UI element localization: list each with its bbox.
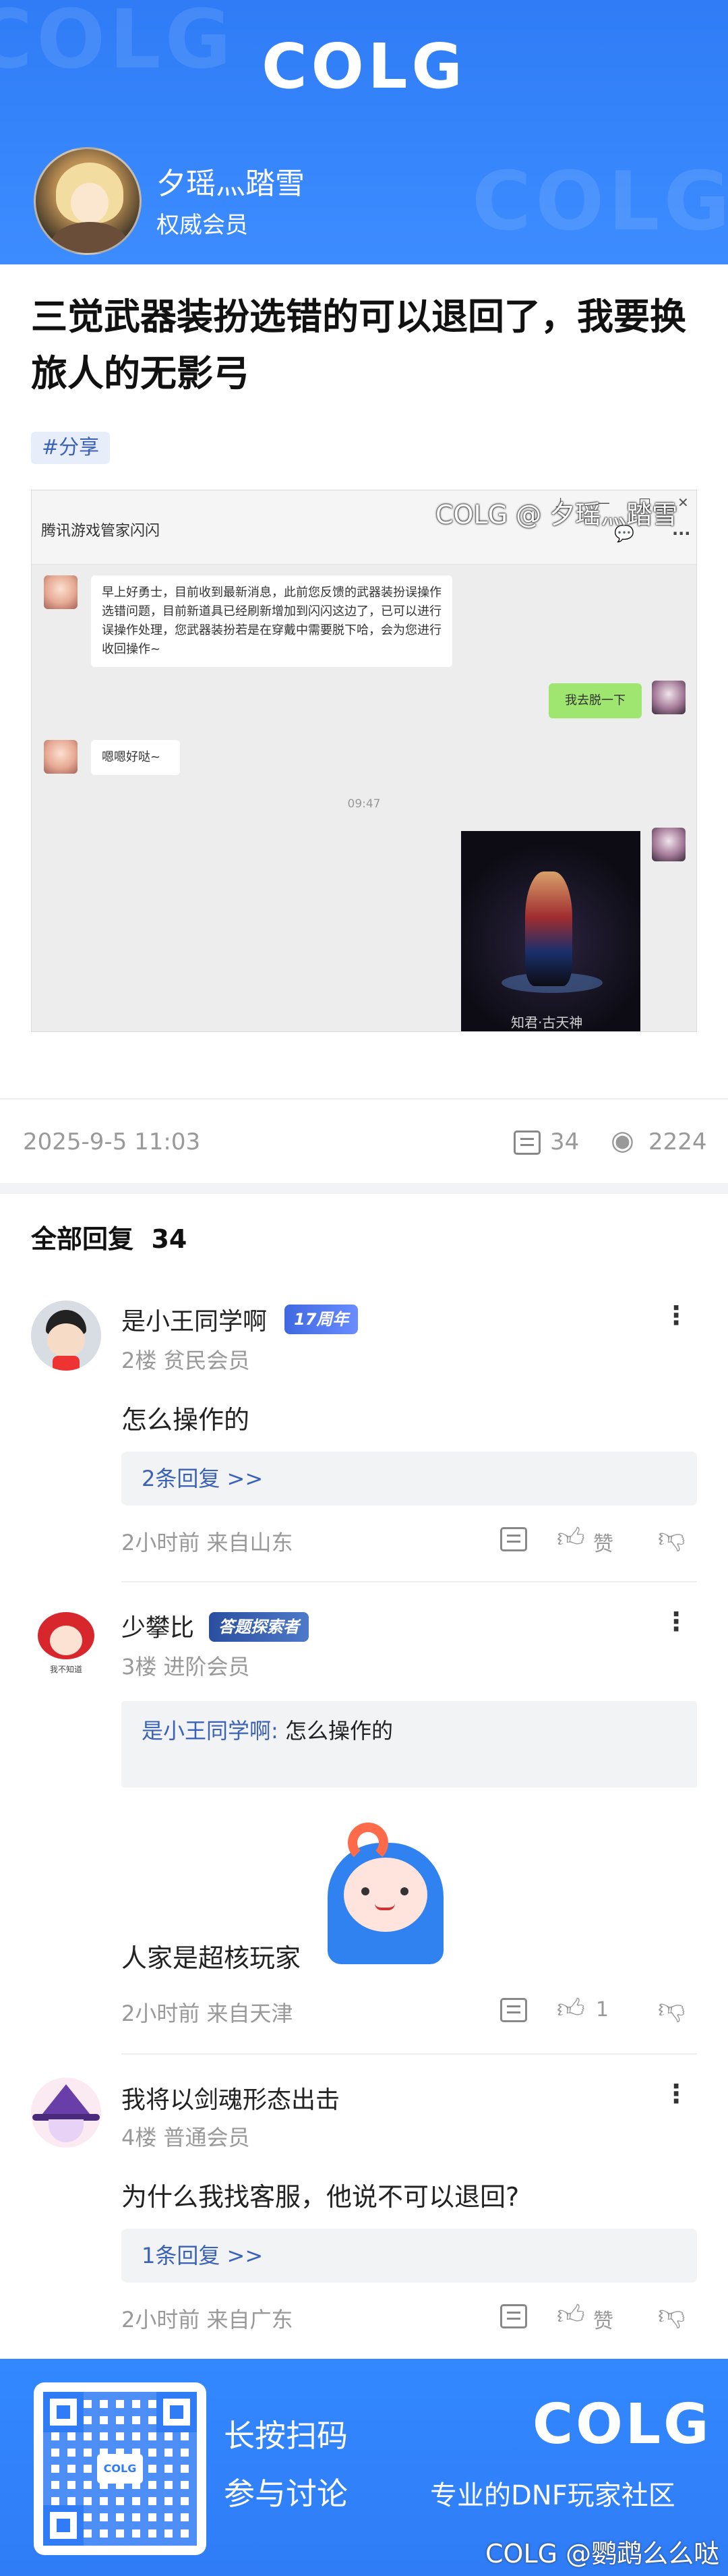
post-tag[interactable]: #分享	[31, 432, 111, 464]
quoted-text: 怎么操作的	[284, 1718, 393, 1744]
header-bg-pattern: COLG	[472, 155, 728, 249]
view-count: 2224	[648, 1128, 707, 1155]
comment-time-location: 2小时前 来自山东	[121, 1530, 293, 1555]
author-rank: 权威会员	[156, 212, 248, 239]
post-title: 三觉武器装扮选错的可以退回了，我要换旅人的无影弓	[31, 295, 686, 395]
comment-time-location: 2小时前 来自广东	[121, 2307, 293, 2332]
post-image-chat-screenshot[interactable]: 腾讯游戏管家闪闪 ⊥ — □ ✕ 💬 ··· 早上好勇士，目前收到最新消息，此前…	[31, 490, 697, 1032]
commenter-avatar[interactable]	[31, 1300, 101, 1371]
view-replies-link[interactable]: 2条回复 >>	[121, 1452, 697, 1506]
comment-text: 为什么我找客服，他说不可以退回?	[121, 2182, 520, 2212]
footer-colg-logo: COLG	[533, 2393, 712, 2457]
view-replies-link[interactable]: 1条回复 >>	[121, 2229, 697, 2283]
more-options-icon[interactable]: ⋮	[663, 1300, 689, 1330]
dislike-icon[interactable]: 👎︎	[658, 1522, 686, 1554]
commenter-name[interactable]: 是小王同学啊	[121, 1302, 267, 1337]
section-separator	[0, 1183, 728, 1194]
more-options-icon[interactable]: ⋮	[663, 2079, 689, 2109]
like-icon[interactable]: 👍︎	[557, 1522, 585, 1554]
anniversary-badge: 17周年	[284, 1305, 359, 1334]
user-avatar	[652, 681, 686, 714]
divider	[121, 2053, 697, 2055]
reply-icon[interactable]	[500, 2304, 527, 2328]
discuss-cta: 参与讨论	[224, 2475, 348, 2512]
eye-icon: ◉	[611, 1125, 634, 1156]
scan-cta: 长按扫码	[224, 2417, 348, 2454]
floor-level: 4楼 普通会员	[121, 2125, 250, 2150]
commenter-name[interactable]: 我将以剑魂形态出击	[121, 2080, 340, 2115]
quiz-explorer-badge: 答题探索者	[209, 1612, 309, 1642]
agent-avatar	[44, 575, 78, 609]
chat-message-agent: 早上好勇士，目前收到最新消息，此前您反馈的武器装扮误操作选错问题，目前新道具已经…	[91, 575, 452, 667]
reply-icon[interactable]	[500, 1998, 527, 2022]
divider	[0, 1098, 728, 1099]
commenter-avatar[interactable]	[31, 2078, 101, 2148]
chat-image-character: 知君·古天神	[461, 831, 640, 1031]
chat-timestamp: 09:47	[347, 797, 381, 811]
chat-message-agent: 嗯嗯好哒~	[91, 740, 180, 775]
floor-level: 2楼 贫民会员	[121, 1348, 250, 1373]
floor-level: 3楼 进阶会员	[121, 1654, 250, 1680]
author-name[interactable]: 夕瑶灬踏雪	[156, 159, 305, 202]
comment-icon[interactable]	[514, 1130, 541, 1155]
like-label[interactable]: 赞	[593, 1527, 613, 1557]
quoted-user[interactable]: 是小王同学啊:	[142, 1718, 278, 1744]
comment-count: 34	[550, 1128, 580, 1155]
dislike-icon[interactable]: 👎︎	[658, 1993, 686, 2025]
post-header: COLG COLG COLG 夕瑶灬踏雪 权威会员	[0, 0, 728, 264]
agent-avatar	[44, 740, 78, 774]
like-icon[interactable]: 👍︎	[557, 2299, 585, 2331]
all-replies-count: 34	[151, 1224, 187, 1254]
commenter-name[interactable]: 少攀比	[121, 1608, 194, 1643]
like-count[interactable]: 1	[596, 1998, 609, 2022]
close-icon: ✕	[677, 494, 689, 511]
footer-watermark: COLG @鹦鹉么么哒	[485, 2539, 720, 2569]
more-options-icon[interactable]: ⋮	[663, 1607, 689, 1636]
sticker-emoji	[328, 1823, 444, 1964]
reply-icon[interactable]	[500, 1527, 527, 1551]
comment-time-location: 2小时前 来自天津	[121, 2001, 293, 2026]
dislike-icon[interactable]: 👎︎	[658, 2299, 686, 2331]
qr-code[interactable]: COLG	[34, 2382, 206, 2555]
post-date: 2025-9-5 11:03	[23, 1128, 201, 1155]
commenter-avatar[interactable]: 我不知道	[31, 1607, 101, 1677]
comment-text: 人家是超核玩家	[121, 1943, 301, 1973]
user-avatar	[652, 828, 686, 861]
author-avatar[interactable]	[34, 147, 142, 255]
chat-message-user: 我去脱一下	[549, 683, 642, 718]
qr-center-logo: COLG	[97, 2454, 143, 2484]
colg-logo: COLG	[262, 30, 466, 103]
all-replies-label: 全部回复	[31, 1224, 134, 1254]
footer-slogan: 专业的DNF玩家社区	[430, 2480, 675, 2511]
comment-text: 怎么操作的	[121, 1405, 250, 1435]
share-footer: COLG 长按扫码 参与讨论 COLG 专业的DNF玩家社区 COLG @鹦鹉么…	[0, 2359, 728, 2576]
divider	[121, 1581, 697, 1582]
like-label[interactable]: 赞	[593, 2304, 613, 2334]
chat-window-title: 腾讯游戏管家闪闪	[41, 523, 160, 540]
all-replies-header: 全部回复 34	[31, 1218, 187, 1255]
like-icon[interactable]: 👍︎	[557, 1993, 585, 2025]
image-caption: 知君·古天神	[511, 1014, 583, 1031]
quoted-reply[interactable]: 是小王同学啊: 怎么操作的	[121, 1701, 697, 1787]
image-watermark: COLG @ 夕瑶灬踏雪	[435, 500, 678, 529]
